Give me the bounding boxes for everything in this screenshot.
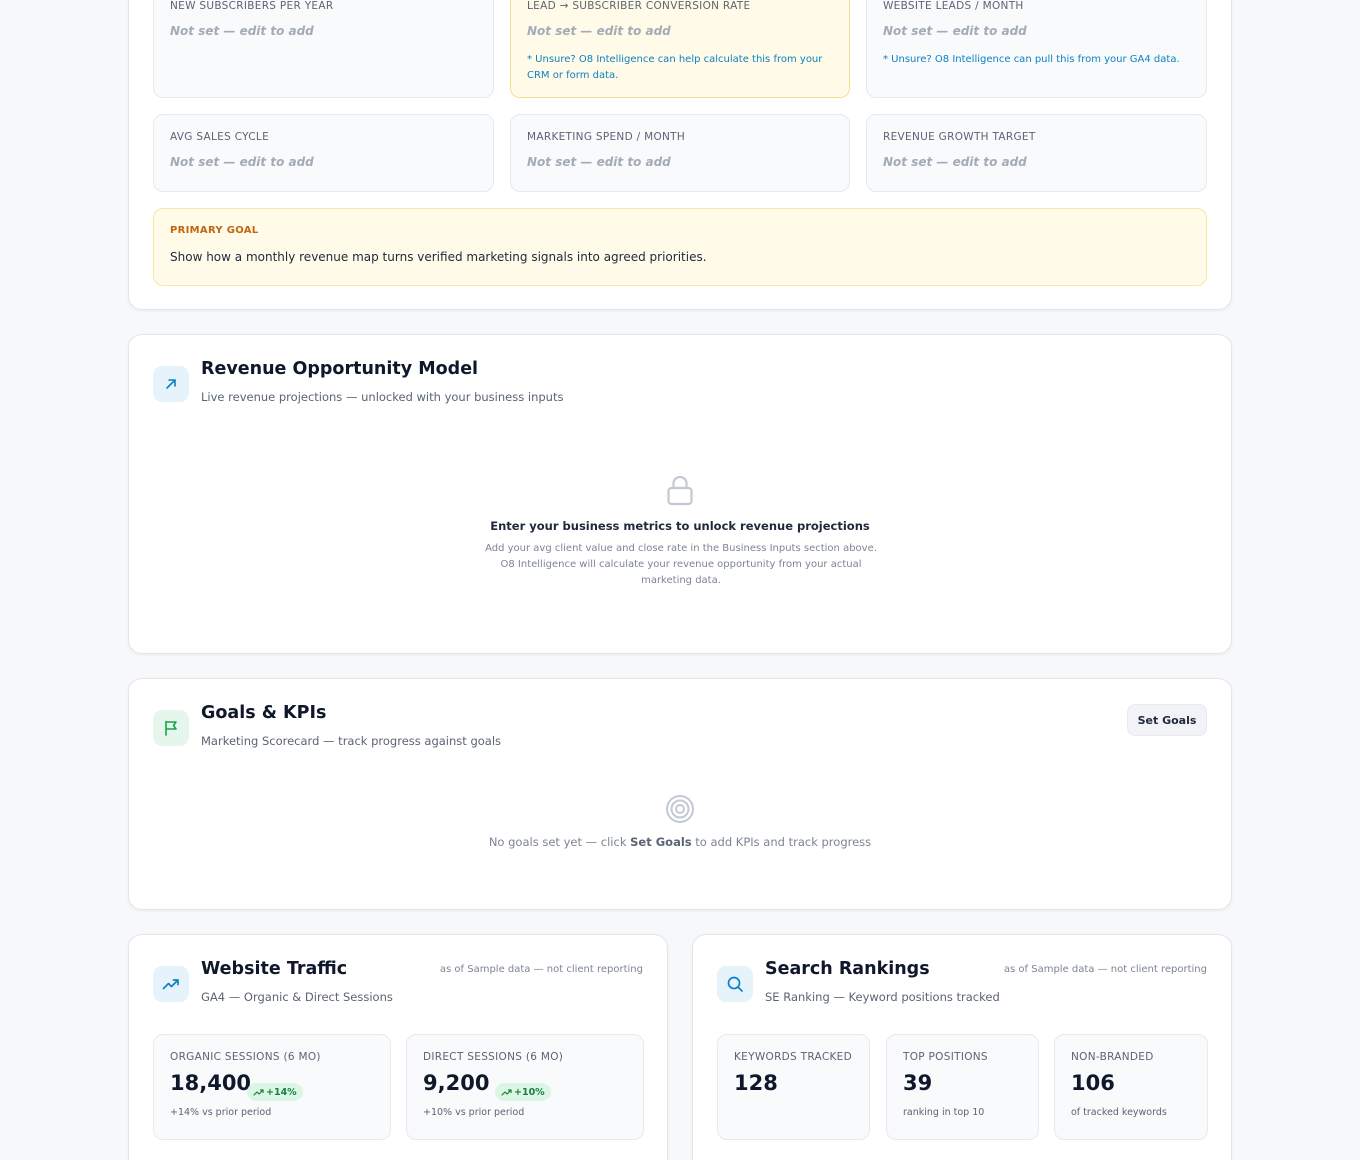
business-inputs-card: NEW SUBSCRIBERS PER YEAR Not set — edit … [128,0,1232,310]
metric-label: AVG SALES CYCLE [170,131,269,143]
goals-empty-link: Set Goals [630,835,692,849]
metric-value[interactable]: Not set — edit to add [527,155,671,169]
section-subtitle: SE Ranking — Keyword positions tracked [765,990,1000,1004]
lock-icon [665,474,695,510]
stat-value: 128 [734,1071,778,1095]
primary-goal-label: PRIMARY GOAL [170,225,259,236]
flag-icon [153,710,189,746]
section-title: Revenue Opportunity Model [201,359,479,379]
stat-non-branded: NON-BRANDED 106 of tracked keywords [1054,1034,1208,1140]
metric-value[interactable]: Not set — edit to add [883,155,1027,169]
stat-organic-sessions: ORGANIC SESSIONS (6 MO) 18,400 +14% +14%… [153,1034,391,1140]
section-subtitle: Live revenue projections — unlocked with… [201,390,564,404]
goals-kpis-card: Goals & KPIs Marketing Scorecard — track… [128,678,1232,910]
stat-value: 106 [1071,1071,1115,1095]
primary-goal-text: Show how a monthly revenue map turns ver… [170,250,707,264]
stat-value: 39 [903,1071,933,1095]
metric-new-subscribers[interactable]: NEW SUBSCRIBERS PER YEAR Not set — edit … [153,0,494,98]
stat-label: TOP POSITIONS [903,1051,988,1063]
section-subtitle: Marketing Scorecard — track progress aga… [201,734,502,748]
metric-avg-sales-cycle[interactable]: AVG SALES CYCLE Not set — edit to add [153,114,494,192]
stat-note: +10% vs prior period [423,1107,525,1118]
stat-label: NON-BRANDED [1071,1051,1154,1063]
section-title: Search Rankings [765,959,930,979]
stat-note: ranking in top 10 [903,1107,985,1118]
as-of-note: as of Sample data — not client reporting [439,964,643,975]
search-icon [717,966,753,1002]
goals-empty-state: No goals set yet — click Set Goals to ad… [129,835,1231,849]
stat-label: KEYWORDS TRACKED [734,1051,852,1063]
trend-badge: +14% [247,1083,303,1101]
stat-label: DIRECT SESSIONS (6 MO) [423,1051,564,1063]
metric-label: NEW SUBSCRIBERS PER YEAR [170,0,334,12]
metric-label: MARKETING SPEND / MONTH [527,131,686,143]
metric-value[interactable]: Not set — edit to add [170,24,314,38]
metric-website-leads[interactable]: WEBSITE LEADS / MONTH Not set — edit to … [866,0,1207,98]
primary-goal-box: PRIMARY GOAL Show how a monthly revenue … [153,208,1207,286]
website-traffic-card: Website Traffic GA4 — Organic & Direct S… [128,934,668,1160]
metric-hint: * Unsure? O8 Intelligence can pull this … [883,54,1180,65]
trending-up-icon [501,1089,512,1096]
stat-label: ORGANIC SESSIONS (6 MO) [170,1051,321,1063]
search-rankings-card: Search Rankings SE Ranking — Keyword pos… [692,934,1232,1160]
stat-direct-sessions: DIRECT SESSIONS (6 MO) 9,200 +10% +10% v… [406,1034,644,1140]
stat-top-positions: TOP POSITIONS 39 ranking in top 10 [886,1034,1039,1140]
metric-value[interactable]: Not set — edit to add [527,24,671,38]
empty-state-description: Add your avg client value and close rate… [485,543,877,586]
empty-state-title: Enter your business metrics to unlock re… [490,519,870,533]
target-icon [665,794,695,828]
goals-empty-suffix: to add KPIs and track progress [691,835,872,849]
stat-value: 18,400 [170,1071,252,1095]
metric-label: REVENUE GROWTH TARGET [883,131,1036,143]
metric-value[interactable]: Not set — edit to add [170,155,314,169]
metric-hint: * Unsure? O8 Intelligence can help calcu… [527,54,823,81]
metric-marketing-spend[interactable]: MARKETING SPEND / MONTH Not set — edit t… [510,114,850,192]
stat-note: +14% vs prior period [170,1107,272,1118]
section-subtitle: GA4 — Organic & Direct Sessions [201,990,393,1004]
trending-up-icon [153,966,189,1002]
stat-note: of tracked keywords [1071,1107,1167,1118]
trend-badge-value: +14% [266,1086,297,1098]
set-goals-button[interactable]: Set Goals [1127,704,1207,736]
arrow-up-right-icon [153,366,189,402]
revenue-opportunity-card: Revenue Opportunity Model Live revenue p… [128,334,1232,654]
trending-up-icon [253,1089,264,1096]
section-title: Website Traffic [201,959,348,979]
as-of-note: as of Sample data — not client reporting [1003,964,1207,975]
metric-label: LEAD → SUBSCRIBER CONVERSION RATE [527,0,751,12]
stat-value: 9,200 [423,1071,490,1095]
metric-value[interactable]: Not set — edit to add [883,24,1027,38]
goals-empty-prefix: No goals set yet — click [488,835,631,849]
section-title: Goals & KPIs [201,703,327,723]
trend-badge: +10% [495,1083,551,1101]
metric-conversion-rate[interactable]: LEAD → SUBSCRIBER CONVERSION RATE Not se… [510,0,850,98]
metric-revenue-growth-target[interactable]: REVENUE GROWTH TARGET Not set — edit to … [866,114,1207,192]
trend-badge-value: +10% [514,1086,545,1098]
metric-label: WEBSITE LEADS / MONTH [883,0,1024,12]
stat-keywords-tracked: KEYWORDS TRACKED 128 [717,1034,870,1140]
